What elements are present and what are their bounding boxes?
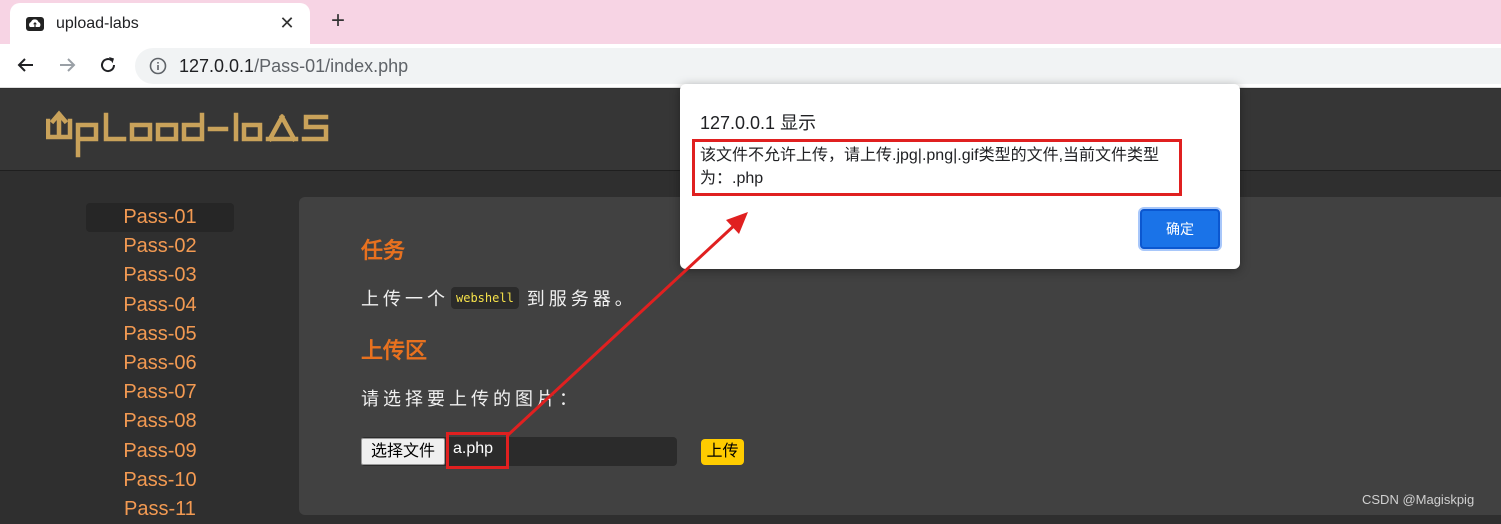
- upload-heading: 上传区: [361, 338, 428, 363]
- task-suffix: 到服务器。: [526, 289, 637, 309]
- sidebar-item-pass-02[interactable]: Pass-02: [86, 232, 234, 261]
- upload-button[interactable]: 上传: [701, 439, 744, 465]
- select-prompt: 请选择要上传的图片：: [361, 389, 581, 409]
- ok-button[interactable]: 确定: [1140, 209, 1220, 249]
- filename-highlight-box: [446, 432, 509, 469]
- url-path: /Pass-01/index.php: [254, 55, 409, 76]
- sidebar-item-pass-06[interactable]: Pass-06: [86, 349, 234, 378]
- task-prefix: 上传一个: [361, 289, 449, 309]
- webshell-code: webshell: [451, 287, 519, 309]
- back-arrow-icon[interactable]: [14, 53, 38, 77]
- reload-icon[interactable]: [96, 53, 120, 77]
- sidebar-item-pass-04[interactable]: Pass-04: [86, 291, 234, 320]
- task-description: 上传一个 webshell 到服务器。: [361, 285, 637, 311]
- sidebar-item-pass-03[interactable]: Pass-03: [86, 261, 234, 290]
- forward-arrow-icon[interactable]: [55, 53, 79, 77]
- sidebar-nav: Pass-01 Pass-02 Pass-03 Pass-04 Pass-05 …: [86, 203, 234, 524]
- url-text: 127.0.0.1/Pass-01/index.php: [179, 56, 408, 77]
- alert-dialog: 127.0.0.1 显示 该文件不允许上传，请上传.jpg|.png|.gif类…: [680, 84, 1240, 269]
- sidebar-item-pass-08[interactable]: Pass-08: [86, 407, 234, 436]
- sidebar-item-pass-07[interactable]: Pass-07: [86, 378, 234, 407]
- message-highlight-box: [692, 139, 1182, 196]
- file-input[interactable]: 选择文件 a.php: [361, 432, 677, 469]
- dialog-title: 127.0.0.1 显示: [700, 113, 817, 133]
- browser-toolbar: 127.0.0.1/Pass-01/index.php: [0, 44, 1501, 88]
- sidebar-item-pass-11[interactable]: Pass-11: [86, 495, 234, 524]
- sidebar-item-pass-05[interactable]: Pass-05: [86, 320, 234, 349]
- close-tab-icon[interactable]: ✕: [276, 13, 298, 35]
- sidebar-item-pass-10[interactable]: Pass-10: [86, 466, 234, 495]
- sidebar-item-pass-09[interactable]: Pass-09: [86, 437, 234, 466]
- browser-tab[interactable]: upload-labs ✕: [10, 3, 310, 44]
- choose-file-button[interactable]: 选择文件: [361, 438, 445, 465]
- cloud-upload-icon: [26, 16, 44, 31]
- watermark: CSDN @Magiskpig: [1362, 492, 1475, 507]
- url-host: 127.0.0.1: [179, 55, 255, 76]
- task-heading: 任务: [361, 238, 406, 263]
- sidebar-item-pass-01[interactable]: Pass-01: [86, 203, 234, 233]
- info-icon[interactable]: [149, 57, 167, 75]
- address-bar[interactable]: 127.0.0.1/Pass-01/index.php: [135, 48, 1501, 84]
- new-tab-icon[interactable]: +: [326, 9, 350, 34]
- browser-tabstrip: upload-labs ✕ +: [0, 0, 1501, 44]
- site-logo[interactable]: [46, 103, 336, 159]
- tab-title: upload-labs: [56, 14, 139, 32]
